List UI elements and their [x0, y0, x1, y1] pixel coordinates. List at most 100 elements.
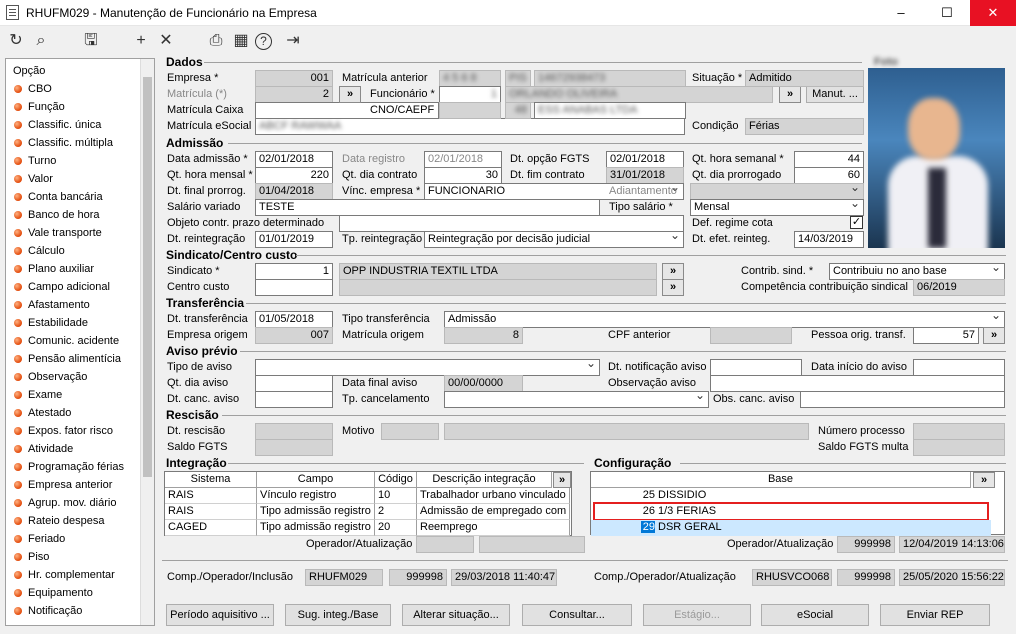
- sidebar-item[interactable]: Banco de hora: [14, 209, 100, 227]
- sidebar-item[interactable]: Classific. múltipla: [14, 137, 113, 155]
- pessoa-orig-field[interactable]: 57: [913, 327, 979, 344]
- sidebar-item[interactable]: Estabilidade: [14, 317, 88, 335]
- action-button[interactable]: Alterar situação...: [402, 604, 510, 626]
- dt-inicio-aviso-field[interactable]: [913, 359, 1005, 376]
- maximize-button[interactable]: ☐: [924, 0, 970, 26]
- funcionario-lookup-button[interactable]: »: [779, 86, 801, 103]
- minimize-button[interactable]: –: [878, 0, 924, 26]
- configuracao-expand-button[interactable]: »: [973, 472, 995, 488]
- table-cell[interactable]: 20: [375, 520, 417, 536]
- table-cell[interactable]: Trabalhador urbano vinculado a: [417, 488, 570, 504]
- col-sistema[interactable]: Sistema: [165, 472, 257, 488]
- table-cell[interactable]: Admissão de empregado com e: [417, 504, 570, 520]
- pessoa-orig-lookup-button[interactable]: »: [983, 327, 1005, 344]
- sidebar-item[interactable]: CBO: [14, 83, 52, 101]
- sidebar-item[interactable]: Empresa anterior: [14, 479, 112, 497]
- sidebar-item[interactable]: Hr. complementar: [14, 569, 115, 587]
- tipo-transferencia-select[interactable]: Admissão: [444, 311, 1005, 328]
- add-icon[interactable]: +: [130, 31, 152, 51]
- objeto-contrato-field[interactable]: [339, 215, 684, 232]
- print-icon[interactable]: ⎙: [205, 31, 227, 51]
- sidebar-item[interactable]: Agrup. mov. diário: [14, 497, 116, 515]
- sidebar-item[interactable]: Comunic. acidente: [14, 335, 119, 353]
- cno-name-field[interactable]: ESS ANABAS LTDA: [534, 102, 686, 119]
- sidebar-scrollbar[interactable]: [140, 59, 154, 625]
- col-descricao[interactable]: Descrição integração: [417, 472, 552, 488]
- table-cell[interactable]: RAIS: [165, 504, 257, 520]
- col-codigo[interactable]: Código: [375, 472, 417, 488]
- delete-icon[interactable]: ✕: [155, 31, 177, 51]
- data-admissao-field[interactable]: 02/01/2018: [255, 151, 333, 168]
- table-cell[interactable]: Vínculo registro: [257, 488, 375, 504]
- sidebar-item[interactable]: Programação férias: [14, 461, 124, 479]
- action-button[interactable]: Sug. integ./Base: [285, 604, 391, 626]
- sindicato-lookup-button[interactable]: »: [662, 263, 684, 280]
- qt-dia-aviso-field[interactable]: [255, 375, 333, 392]
- observacao-aviso-field[interactable]: [710, 375, 1005, 392]
- action-button[interactable]: Período aquisitivo ...: [166, 604, 274, 626]
- exit-icon[interactable]: ⇥: [282, 31, 304, 51]
- table-cell[interactable]: Reemprego: [417, 520, 570, 536]
- sidebar-item[interactable]: Atestado: [14, 407, 71, 425]
- tipo-salario-select[interactable]: Mensal: [690, 199, 864, 216]
- search-icon[interactable]: ⌕: [30, 31, 52, 51]
- qt-hora-mensal-field[interactable]: 220: [255, 167, 333, 184]
- contrib-sind-select[interactable]: Contribuiu no ano base: [829, 263, 1005, 280]
- qt-hora-semanal-field[interactable]: 44: [794, 151, 864, 168]
- sidebar-item[interactable]: Pensão alimentícia: [14, 353, 121, 371]
- sidebar-item[interactable]: Observação: [14, 371, 87, 389]
- matricula-lookup-button[interactable]: »: [339, 86, 361, 103]
- table-cell[interactable]: Tipo admissão registro: [257, 504, 375, 520]
- dt-opcao-fgts-field[interactable]: 02/01/2018: [606, 151, 684, 168]
- def-regime-cota-checkbox[interactable]: ✓: [850, 216, 863, 229]
- sidebar-item[interactable]: Conta bancária: [14, 191, 103, 209]
- tp-reintegracao-select[interactable]: Reintegração por decisão judicial: [424, 231, 684, 248]
- action-button[interactable]: Enviar REP: [880, 604, 990, 626]
- funcionario-code-field[interactable]: 1: [439, 86, 501, 103]
- sidebar-item[interactable]: Atividade: [14, 443, 73, 461]
- dt-canc-aviso-field[interactable]: [255, 391, 333, 408]
- sidebar-item[interactable]: Feriado: [14, 533, 65, 551]
- action-button[interactable]: Consultar...: [522, 604, 632, 626]
- dt-efet-reinteg-field[interactable]: 14/03/2019: [794, 231, 864, 248]
- manut-button[interactable]: Manut. ...: [806, 86, 864, 103]
- matricula-esocial-field[interactable]: ABCF RAWWAA: [255, 118, 685, 135]
- table-cell[interactable]: 2: [375, 504, 417, 520]
- tp-cancelamento-select[interactable]: [444, 391, 709, 408]
- sidebar-item[interactable]: Notificação: [14, 605, 82, 623]
- sidebar-item[interactable]: Exame: [14, 389, 62, 407]
- sidebar-item[interactable]: Campo adicional: [14, 281, 110, 299]
- dt-transferencia-field[interactable]: 01/05/2018: [255, 311, 333, 328]
- qt-dia-prorrogado-field[interactable]: 60: [794, 167, 864, 184]
- action-button[interactable]: eSocial: [761, 604, 869, 626]
- sidebar-item[interactable]: Vale transporte: [14, 227, 102, 245]
- sidebar-item[interactable]: Plano auxiliar: [14, 263, 94, 281]
- sidebar-item[interactable]: Equipamento: [14, 587, 93, 605]
- calendar-icon[interactable]: ▦: [230, 31, 252, 51]
- centro-custo-code-field[interactable]: [255, 279, 333, 296]
- sidebar-item[interactable]: Valor: [14, 173, 53, 191]
- save-icon[interactable]: 🖫: [80, 31, 102, 51]
- dt-notificacao-field[interactable]: [710, 359, 802, 376]
- sindicato-code-field[interactable]: 1: [255, 263, 333, 280]
- sidebar-item[interactable]: Piso: [14, 551, 49, 569]
- sidebar-item[interactable]: Afastamento: [14, 299, 90, 317]
- qt-dia-contrato-field[interactable]: 30: [424, 167, 502, 184]
- sidebar-item[interactable]: Turno: [14, 155, 56, 173]
- table-cell[interactable]: RAIS: [165, 488, 257, 504]
- table-row[interactable]: 26 1/3 FERIAS: [591, 502, 991, 521]
- tipo-aviso-select[interactable]: [255, 359, 600, 376]
- salario-variado-field[interactable]: TESTE: [255, 199, 600, 216]
- sidebar-item[interactable]: Função: [14, 101, 65, 119]
- col-campo[interactable]: Campo: [257, 472, 375, 488]
- col-base[interactable]: Base: [591, 472, 971, 488]
- scroll-thumb[interactable]: [143, 77, 152, 477]
- close-button[interactable]: ✕: [970, 0, 1016, 26]
- sidebar-item[interactable]: Expos. fator risco: [14, 425, 113, 443]
- sidebar-item[interactable]: Rateio despesa: [14, 515, 104, 533]
- dt-reintegracao-field[interactable]: 01/01/2019: [255, 231, 333, 248]
- table-cell[interactable]: 10: [375, 488, 417, 504]
- table-row[interactable]: 29 DSR GERAL: [591, 520, 991, 536]
- table-cell[interactable]: Tipo admissão registro: [257, 520, 375, 536]
- obs-canc-aviso-field[interactable]: [800, 391, 1005, 408]
